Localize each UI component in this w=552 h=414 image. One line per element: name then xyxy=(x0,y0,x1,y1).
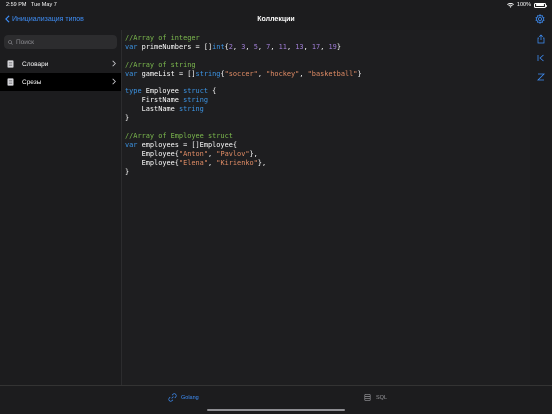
font-size-icon[interactable] xyxy=(536,72,546,82)
page-title: Коллекции xyxy=(257,16,295,23)
code-block: //Array of integer var primeNumbers = []… xyxy=(122,30,530,177)
search-icon xyxy=(8,39,13,45)
code-line: //Array of integer xyxy=(125,34,200,42)
code-line: type Employee struct { xyxy=(125,87,217,96)
search-input[interactable] xyxy=(16,38,106,46)
status-date: Tue May 7 xyxy=(31,2,57,8)
sidebar-item-label: Срезы xyxy=(22,78,42,86)
code-line: } xyxy=(125,114,130,123)
wifi-icon xyxy=(507,2,514,8)
sidebar: Словари Срезы xyxy=(0,30,122,385)
skip-back-icon[interactable] xyxy=(536,53,546,63)
home-indicator xyxy=(207,408,345,411)
battery-percent: 100% xyxy=(516,2,531,8)
code-line: LastName string xyxy=(125,105,204,114)
code-editor[interactable]: //Array of integer var primeNumbers = []… xyxy=(122,30,530,385)
action-rail xyxy=(530,30,552,385)
chevron-right-icon xyxy=(112,60,116,67)
tab-sql[interactable]: SQL xyxy=(363,393,387,402)
sidebar-item-dictionaries[interactable]: Словари xyxy=(0,55,121,73)
code-line: FirstName string xyxy=(125,96,208,105)
document-icon xyxy=(7,60,14,68)
tab-label: Golang xyxy=(181,394,199,401)
battery-icon xyxy=(534,2,547,8)
code-line: Employee{"Anton", "Pavlov"}, xyxy=(125,149,258,158)
code-line: var employees = []Employee{ xyxy=(125,140,238,149)
sidebar-item-slices[interactable]: Срезы xyxy=(0,73,121,91)
tab-label: SQL xyxy=(376,394,388,401)
chevron-right-icon xyxy=(112,78,116,85)
tab-bar: Golang SQL xyxy=(0,385,552,414)
code-line: Employee{"Elena", "Kirienko"}, xyxy=(125,158,267,167)
document-icon xyxy=(7,78,14,86)
tab-golang[interactable]: Golang xyxy=(168,393,199,402)
code-line: //Array of Employee struct xyxy=(125,131,233,140)
search-bar[interactable] xyxy=(4,35,117,49)
database-icon xyxy=(364,394,371,401)
status-right: 100% xyxy=(507,2,547,8)
sidebar-item-label: Словари xyxy=(22,60,49,68)
gear-icon[interactable] xyxy=(535,14,545,24)
code-line: var primeNumbers = []int{2, 3, 5, 7, 11,… xyxy=(125,42,341,51)
code-line: //Array of string xyxy=(125,60,196,69)
status-bar: 2:59 PM Tue May 7 100% xyxy=(0,0,552,11)
code-line: var gameList = []string{"soccer", "hocke… xyxy=(125,69,362,78)
link-icon xyxy=(168,393,177,402)
code-line: } xyxy=(125,167,130,176)
share-icon[interactable] xyxy=(536,34,546,44)
navigation-bar: Инициализация типов Коллекции xyxy=(0,11,552,30)
status-time: 2:59 PM xyxy=(6,2,27,8)
